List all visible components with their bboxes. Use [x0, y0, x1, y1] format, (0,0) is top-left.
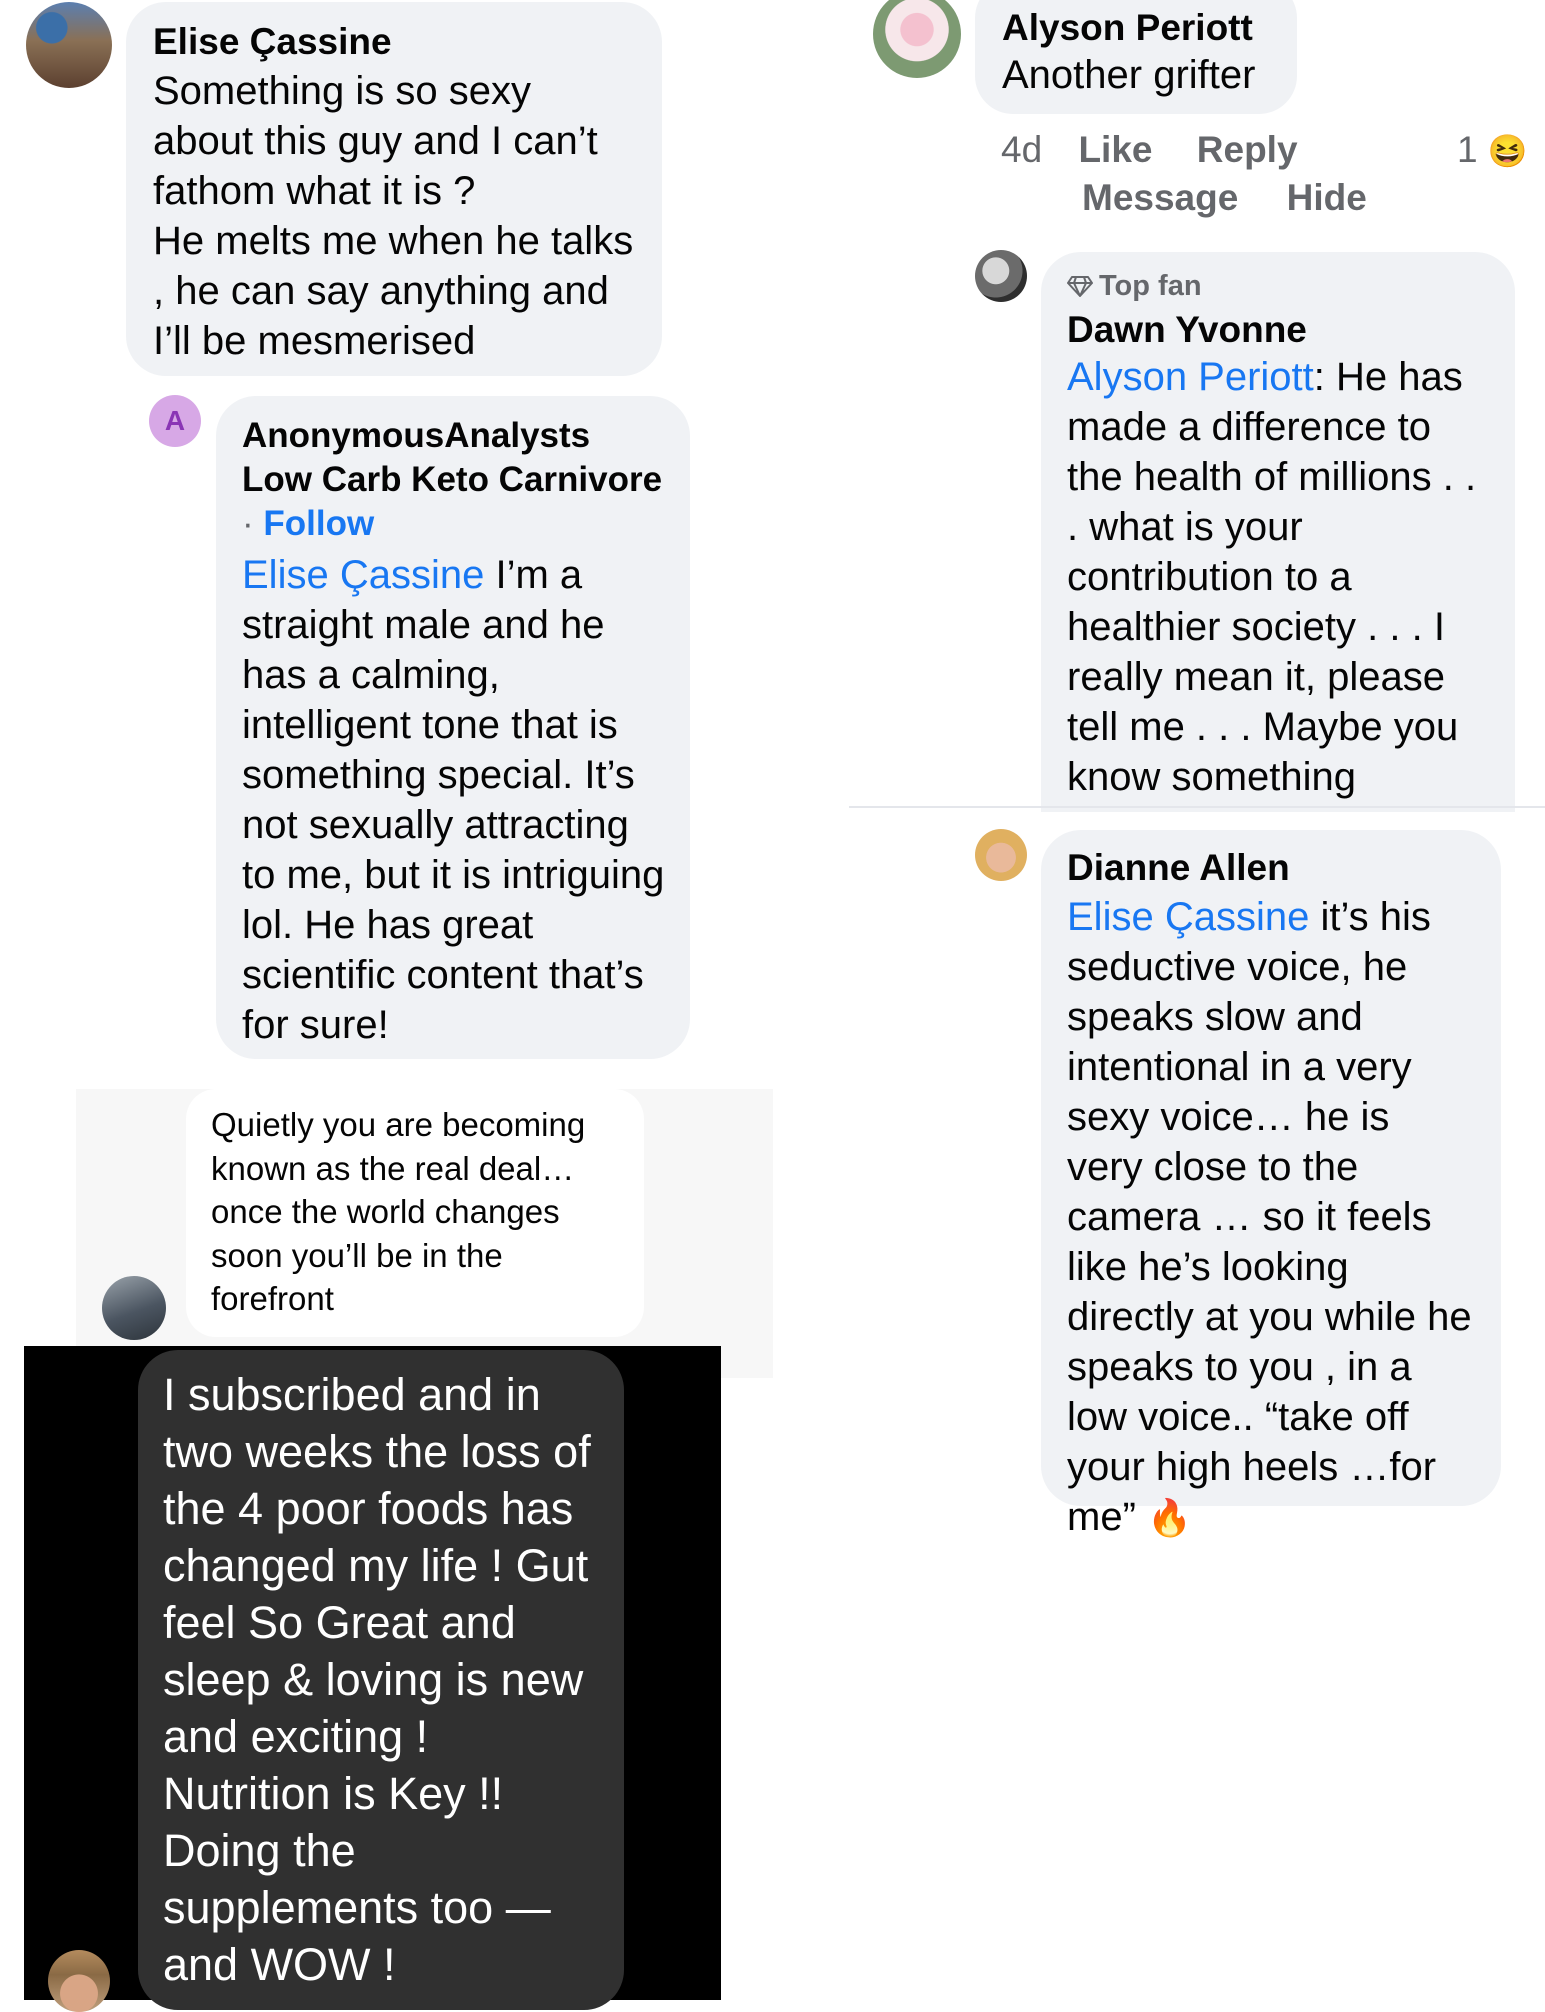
- like-button[interactable]: Like: [1078, 129, 1152, 170]
- avatar-letter: A: [164, 405, 186, 436]
- comment-author[interactable]: Dianne Allen: [1067, 846, 1475, 890]
- avatar-elise[interactable]: [26, 2, 112, 88]
- comment-text: I’m a straight male and he has a calming…: [242, 553, 665, 1047]
- separator-dot: ·: [242, 504, 254, 543]
- comment-text: Another grifter: [1002, 53, 1256, 97]
- hide-button[interactable]: Hide: [1287, 177, 1367, 218]
- reply-button[interactable]: Reply: [1197, 129, 1298, 170]
- comment-bubble-dianne: Dianne Allen Elise Çassine it’s his sedu…: [1041, 830, 1501, 1539]
- avatar-anonymous-analysts[interactable]: A: [149, 395, 201, 447]
- comment-author[interactable]: Elise Çassine: [153, 20, 636, 64]
- avatar-quietly-commenter[interactable]: [102, 1276, 166, 1340]
- comment-text: Quietly you are becoming known as the re…: [211, 1106, 586, 1317]
- section-divider: [849, 806, 1545, 808]
- comment-bubble-quietly: Quietly you are becoming known as the re…: [186, 1089, 644, 1337]
- avatar-alyson[interactable]: [873, 0, 961, 78]
- comment-text: I subscribed and in two weeks the loss o…: [163, 1369, 591, 1990]
- message-button[interactable]: Message: [1082, 177, 1238, 218]
- comment-author[interactable]: Dawn Yvonne: [1067, 308, 1489, 352]
- avatar-subscribed-commenter[interactable]: [48, 1950, 110, 2012]
- comment-bubble-anonymous-analysts: AnonymousAnalysts Low Carb Keto Carnivor…: [216, 396, 690, 1059]
- laugh-emoji-icon: 😆: [1487, 133, 1528, 169]
- comment-text: Something is so sexy about this guy and …: [153, 69, 634, 363]
- comment-bubble-dawn: Top fan Dawn Yvonne Alyson Periott: He h…: [1041, 252, 1515, 812]
- comment-author[interactable]: Alyson Periott: [1002, 6, 1271, 50]
- comment-bubble-elise: Elise Çassine Something is so sexy about…: [126, 2, 662, 376]
- reaction-summary[interactable]: 1 😆: [1457, 126, 1528, 175]
- mention-alyson[interactable]: Alyson Periott: [1067, 355, 1314, 399]
- fire-emoji-icon: 🔥: [1147, 1497, 1192, 1538]
- top-fan-badge: Top fan: [1067, 268, 1489, 304]
- reaction-count: 1: [1457, 129, 1478, 170]
- comment-bubble-alyson: Alyson Periott Another grifter: [975, 0, 1297, 114]
- follow-button[interactable]: Follow: [263, 504, 374, 543]
- comment-time[interactable]: 4d: [1001, 129, 1042, 170]
- comment-bubble-subscribed: I subscribed and in two weeks the loss o…: [138, 1350, 624, 2010]
- top-fan-label: Top fan: [1099, 270, 1202, 302]
- comment-actions-alyson-row2: Message Hide: [1082, 174, 1367, 222]
- comment-author[interactable]: AnonymousAnalysts Low Carb Keto Carnivor…: [242, 416, 662, 499]
- comment-text: : He has made a difference to the health…: [1067, 355, 1477, 799]
- mention-elise[interactable]: Elise Çassine: [1067, 895, 1309, 939]
- avatar-dawn[interactable]: [975, 250, 1027, 302]
- avatar-dianne[interactable]: [975, 829, 1027, 881]
- diamond-icon: [1067, 276, 1093, 297]
- mention-elise[interactable]: Elise Çassine: [242, 553, 484, 597]
- comment-actions-alyson: 4d Like Reply: [1001, 126, 1521, 174]
- comment-text: it’s his seductive voice, he speaks slow…: [1067, 895, 1472, 1539]
